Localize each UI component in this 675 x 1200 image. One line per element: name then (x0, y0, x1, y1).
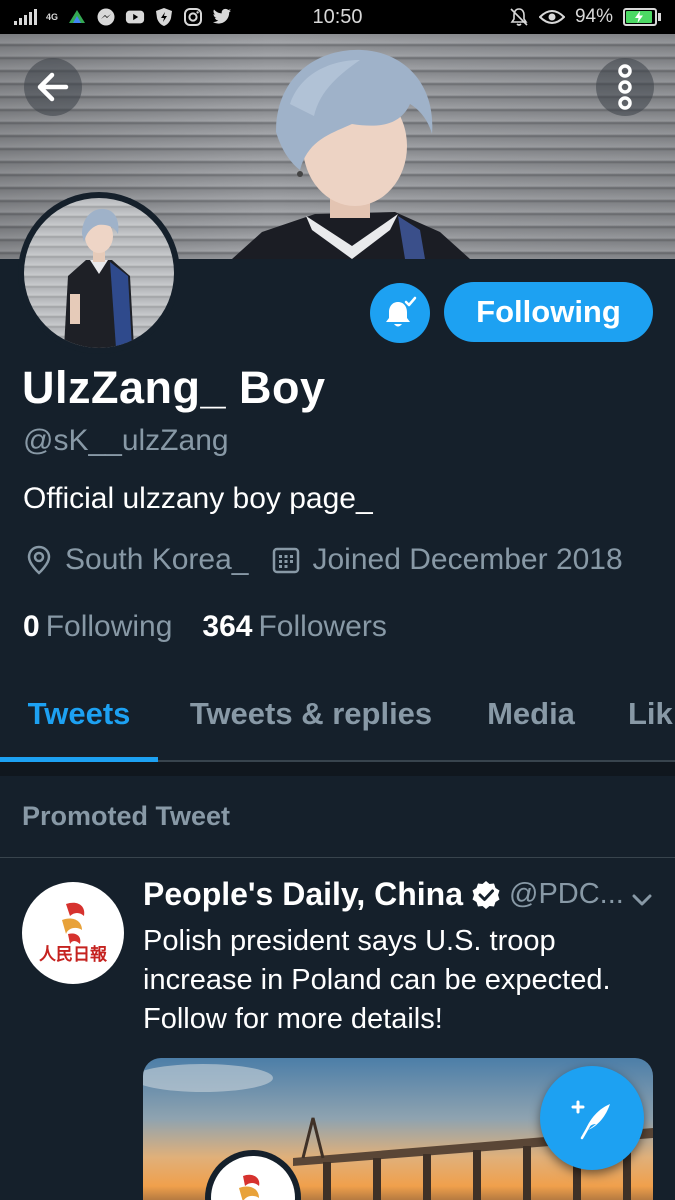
profile-handle: @sK__ulzZang (23, 424, 229, 457)
twitter-icon (212, 7, 232, 27)
profile-meta: South Korea_ Joined December 2018 (23, 543, 623, 577)
compose-feather-icon (571, 1100, 610, 1140)
bell-check-icon (386, 296, 417, 327)
status-bar: 4G 10:50 94% (0, 0, 675, 34)
tab-likes[interactable]: Lik (598, 668, 675, 760)
tab-tweets[interactable]: Tweets (0, 668, 158, 762)
battery-percent: 94% (574, 6, 613, 27)
back-arrow-icon (37, 72, 69, 102)
profile-location: South Korea_ (65, 543, 249, 576)
more-options-button[interactable] (596, 58, 654, 116)
following-count-link[interactable]: 0 Following (23, 610, 172, 644)
profile-avatar[interactable] (18, 192, 180, 354)
location-pin-icon (23, 544, 55, 576)
notifications-bell-button[interactable] (370, 283, 430, 343)
tab-tweets-and-replies[interactable]: Tweets & replies (158, 668, 464, 760)
chevron-down-icon[interactable] (628, 886, 656, 914)
messenger-icon (96, 7, 116, 27)
tweet-header: People's Daily, China @PDC... (143, 876, 624, 913)
instagram-icon (183, 7, 203, 27)
verified-badge-icon (472, 880, 500, 909)
tweet-text-line: increase in Poland can be expected. (143, 964, 611, 996)
tweet-text-line: Polish president says U.S. troop (143, 925, 556, 957)
following-count: 0 (23, 610, 40, 643)
tweet-author-avatar[interactable]: 人民日報 (22, 882, 124, 984)
back-button[interactable] (24, 58, 82, 116)
section-divider (0, 762, 675, 776)
tweet-author-name[interactable]: People's Daily, China (143, 876, 463, 913)
followers-count: 364 (202, 610, 253, 643)
profile-name: UlzZang_ Boy (22, 362, 326, 413)
compose-tweet-button[interactable] (540, 1066, 644, 1170)
following-button[interactable]: Following (444, 282, 653, 342)
promoted-tweet-header: Promoted Tweet (0, 776, 675, 858)
avatar-photo (24, 198, 174, 348)
followers-label: Followers (258, 610, 387, 643)
tweet-text-line: Follow for more details! (143, 1003, 443, 1035)
network-type: 4G (46, 11, 59, 22)
signal-icon (14, 9, 37, 25)
bell-off-icon (509, 7, 529, 27)
more-vertical-icon (618, 64, 632, 110)
maps-icon (67, 7, 87, 27)
status-icons-right: 94% (509, 6, 661, 28)
eye-icon (538, 7, 565, 27)
tweet-text: Polish president says U.S. troop increas… (143, 922, 643, 1039)
calendar-icon (270, 544, 302, 576)
tweet-author-handle: @PDC... (509, 878, 624, 910)
peoples-daily-logo: 人民日報 (39, 902, 108, 965)
followers-count-link[interactable]: 364 Followers (202, 610, 386, 644)
battery-icon (623, 8, 661, 26)
profile-tabs: Tweets Tweets & replies Media Lik (0, 668, 675, 762)
svg-text:人民日報: 人民日報 (39, 944, 108, 965)
following-label: Following (45, 610, 173, 643)
profile-joined-date: Joined December 2018 (312, 543, 623, 576)
youtube-icon (125, 7, 145, 27)
profile-counts: 0 Following 364 Followers (23, 610, 387, 644)
profile-bio: Official ulzzany boy page_ (23, 482, 373, 515)
tab-media[interactable]: Media (464, 668, 598, 760)
shield-icon (154, 7, 174, 27)
status-icons-left: 4G (14, 7, 232, 27)
